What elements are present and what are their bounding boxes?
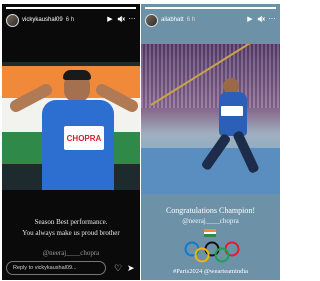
mention-tag[interactable]: @neeraj____chopra <box>141 217 280 225</box>
heart-icon[interactable]: ♡ <box>114 263 122 273</box>
hashtags[interactable]: #Paris2024 @wearteamindia <box>141 268 280 275</box>
caption-line-2: You always make us proud brother <box>22 229 120 237</box>
avatar[interactable] <box>145 13 158 27</box>
reply-input[interactable]: Reply to vickykaushal09... <box>6 261 106 275</box>
timestamp: 6 h <box>65 17 75 23</box>
olympic-rings-sticker <box>184 241 240 263</box>
story-progress-bar <box>6 7 136 9</box>
mention-tag[interactable]: @neeraj____chopra <box>2 249 140 257</box>
story-photo <box>141 44 280 194</box>
story-header: aliabhatt 6 h ▶ ⋯ <box>145 12 276 28</box>
send-icon[interactable]: ➤ <box>127 263 135 273</box>
more-icon[interactable]: ⋯ <box>268 16 276 24</box>
avatar[interactable] <box>6 13 19 27</box>
story-photo: CHOPRA <box>2 62 140 190</box>
mute-icon[interactable] <box>117 15 125 26</box>
more-icon[interactable]: ⋯ <box>128 16 136 24</box>
username[interactable]: aliabhatt <box>161 17 184 23</box>
caption-line-1: Congratulations Champion! <box>165 206 256 215</box>
progress-fill <box>145 7 276 9</box>
play-icon[interactable]: ▶ <box>106 16 114 24</box>
story-header: vickykaushal09 6 h ▶ ⋯ <box>6 12 136 28</box>
story-progress-bar <box>145 7 276 9</box>
jersey-bib: CHOPRA <box>64 126 104 150</box>
play-icon[interactable]: ▶ <box>246 16 254 24</box>
progress-fill <box>6 7 136 9</box>
mute-icon[interactable] <box>257 15 265 26</box>
reply-placeholder: Reply to vickykaushal09... <box>13 265 77 271</box>
left-story-panel[interactable]: vickykaushal09 6 h ▶ ⋯ CHOPRA Season Bes… <box>2 4 140 280</box>
timestamp: 6 h <box>186 17 196 23</box>
caption-line-1: Season Best performance. <box>34 218 108 226</box>
india-flag-sticker <box>204 229 216 237</box>
right-story-panel[interactable]: aliabhatt 6 h ▶ ⋯ Congratulations Champi… <box>141 4 280 280</box>
username[interactable]: vickykaushal09 <box>22 17 63 23</box>
